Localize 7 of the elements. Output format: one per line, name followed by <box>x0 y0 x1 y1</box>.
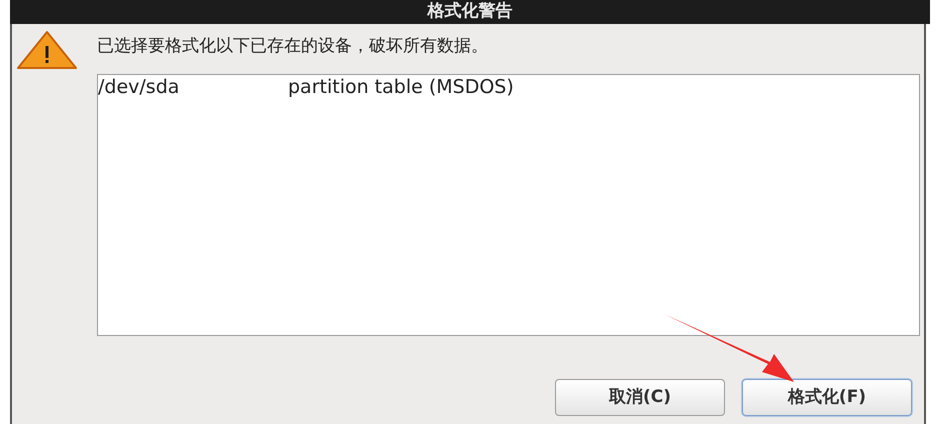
dialog-button[interactable]: 格式化(F) <box>742 379 912 416</box>
device-description: partition table (MSDOS) <box>288 75 514 99</box>
window-title: 格式化警告 <box>428 0 512 24</box>
device-name: /dev/sda <box>98 75 180 99</box>
warning-icon <box>16 30 78 70</box>
warning-message: 已选择要格式化以下已存在的设备，破坏所有数据。 <box>97 35 488 58</box>
dialog-button[interactable]: 取消(C) <box>555 379 725 416</box>
